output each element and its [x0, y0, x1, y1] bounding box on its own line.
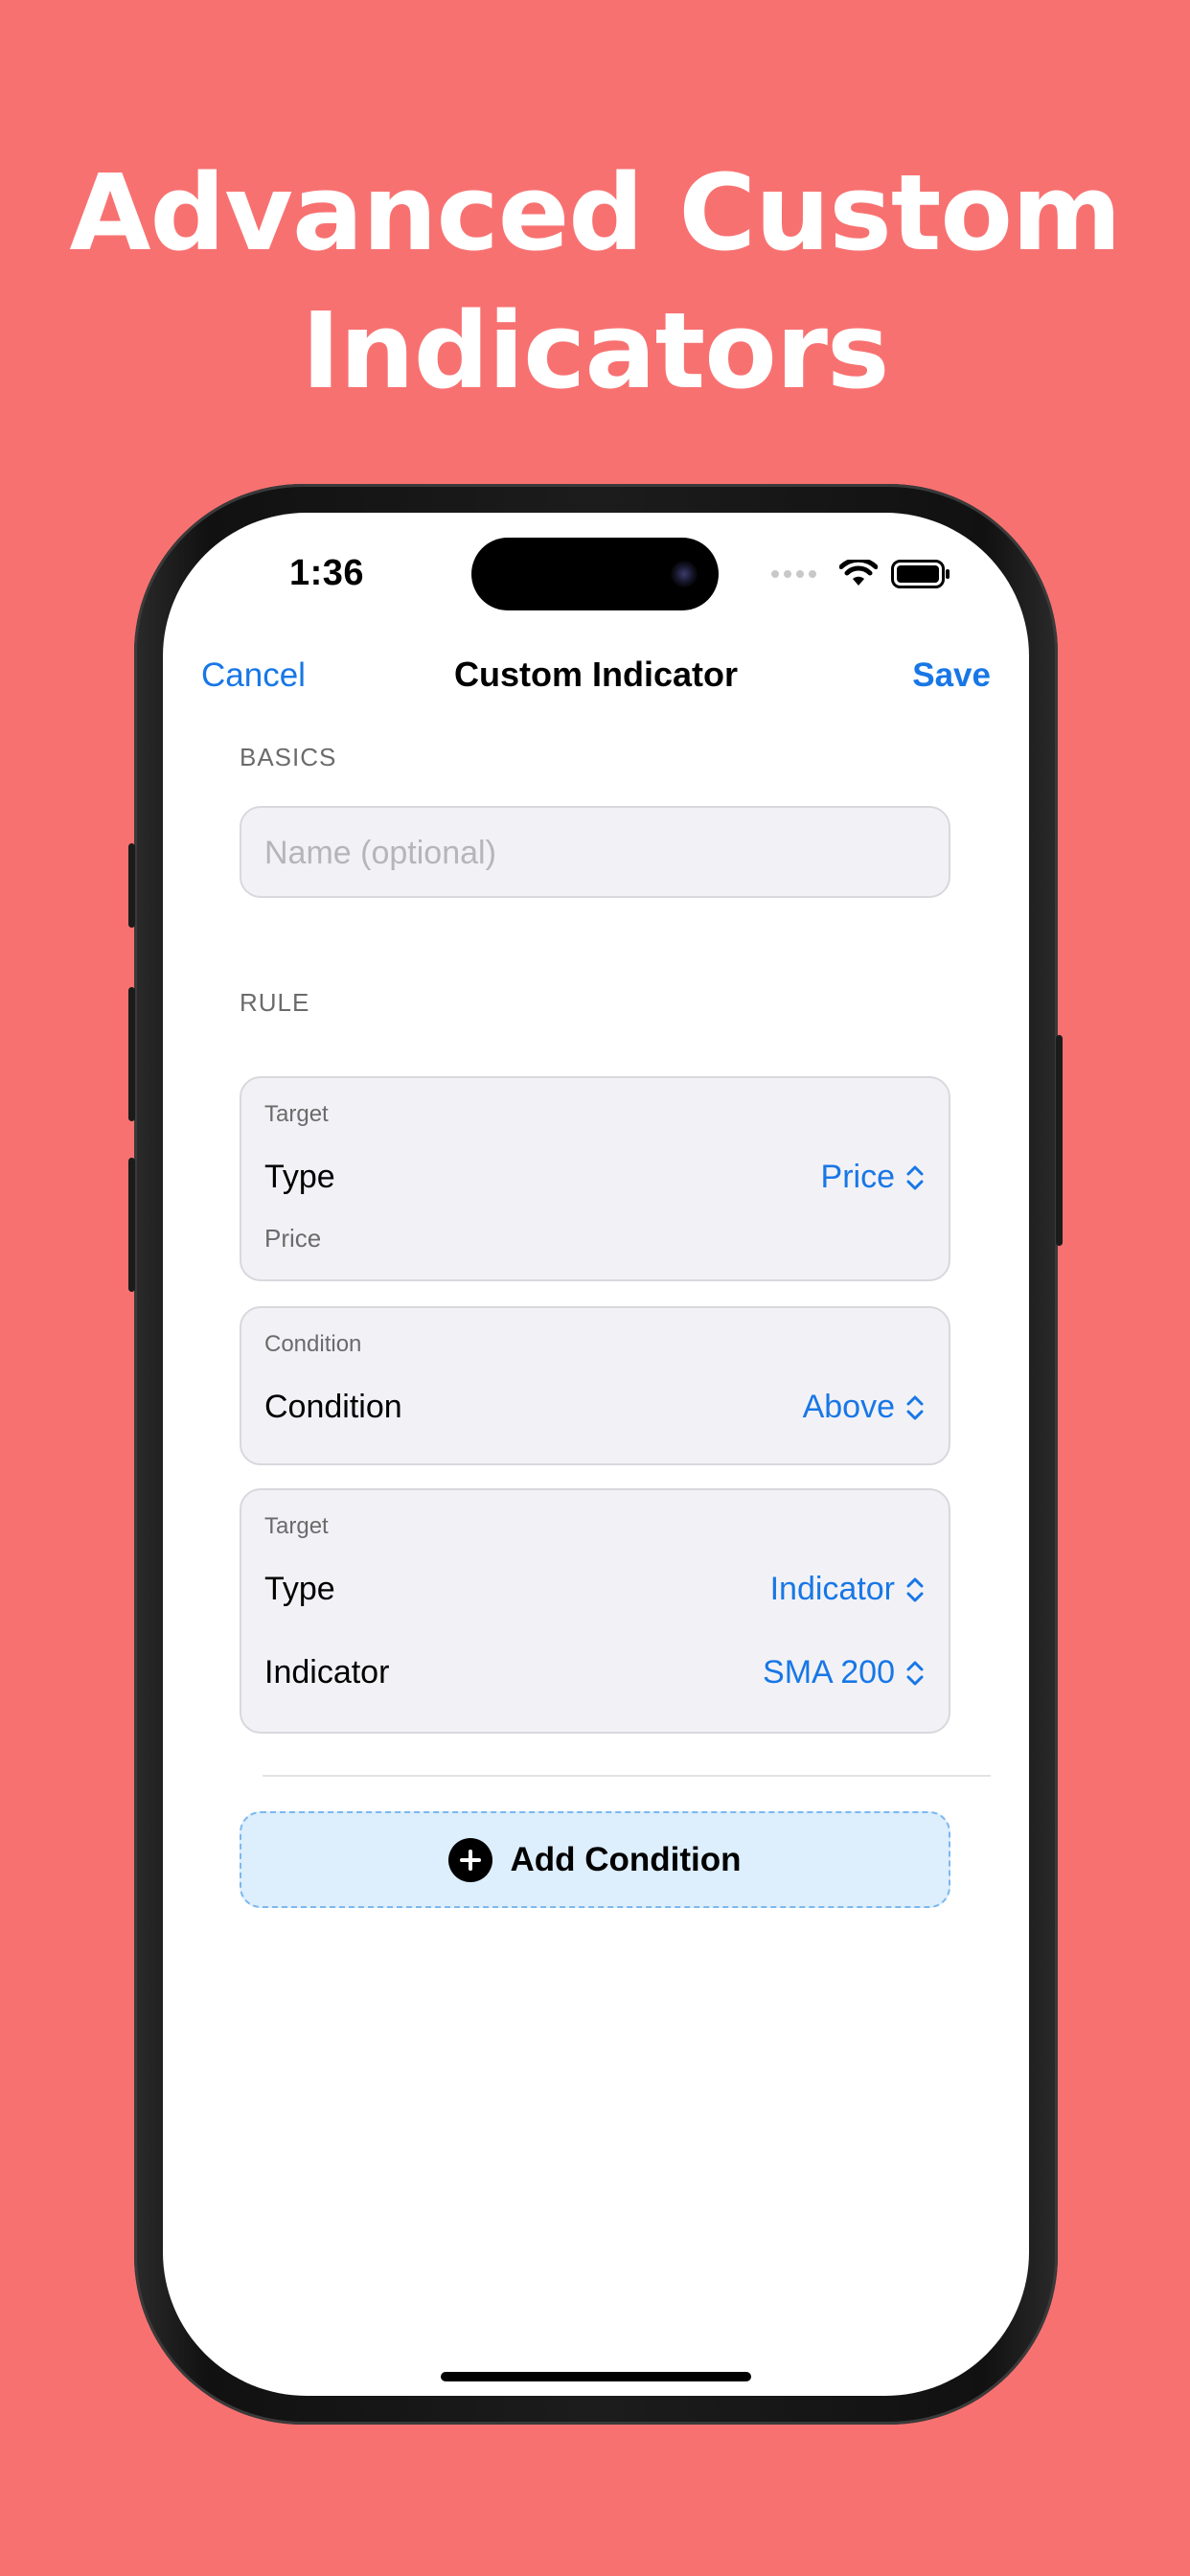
target-card-subtext: Price: [264, 1224, 322, 1253]
target-card-caption: Target: [264, 1513, 329, 1539]
section-label-basics: BASICS: [240, 743, 337, 771]
condition-card: Condition Condition Above: [240, 1306, 950, 1465]
name-field-placeholder: Name (optional): [264, 835, 496, 871]
chevron-up-down-icon: [906, 1661, 924, 1685]
target-card: Target Type Price Price: [240, 1076, 950, 1281]
home-indicator[interactable]: [441, 2372, 751, 2381]
condition-row-label: Condition: [264, 1389, 402, 1425]
type-picker[interactable]: Price: [821, 1159, 926, 1196]
type-picker-value: Price: [820, 1159, 895, 1195]
condition-picker[interactable]: Above: [803, 1389, 926, 1426]
type-picker[interactable]: Indicator: [770, 1571, 926, 1608]
chevron-up-down-icon: [906, 1395, 924, 1419]
condition-picker-value: Above: [802, 1389, 895, 1425]
add-condition-button[interactable]: Add Condition: [240, 1811, 950, 1908]
name-field[interactable]: Name (optional): [240, 806, 950, 898]
status-icons: [771, 557, 950, 591]
divider: [263, 1775, 991, 1777]
power-button: [1056, 1035, 1063, 1246]
chevron-up-down-icon: [906, 1165, 924, 1189]
target-card-caption: Target: [264, 1101, 329, 1127]
type-picker-value: Indicator: [769, 1571, 895, 1607]
volume-up-button: [128, 987, 135, 1121]
action-button: [128, 843, 135, 928]
dynamic-island: [471, 538, 719, 610]
indicator-row-label: Indicator: [264, 1654, 390, 1690]
headline-line-1: Advanced Custom: [69, 151, 1121, 274]
section-label-rule: RULE: [240, 988, 310, 1017]
chevron-up-down-icon: [906, 1577, 924, 1601]
indicator-picker-value: SMA 200: [763, 1654, 895, 1690]
add-condition-label: Add Condition: [510, 1840, 742, 1878]
type-row-label: Type: [264, 1159, 335, 1195]
headline-line-2: Indicators: [301, 289, 890, 412]
camera-icon: [671, 561, 698, 587]
phone-screen: 1:36 Cancel Custom Indicator Save BASICS…: [163, 513, 1029, 2396]
volume-down-button: [128, 1158, 135, 1292]
type-row-label: Type: [264, 1571, 335, 1607]
status-time: 1:36: [289, 553, 365, 593]
battery-icon: [891, 560, 950, 588]
signal-icon: [771, 570, 816, 578]
plus-circle-icon: [448, 1837, 493, 1882]
headline: Advanced Custom Indicators: [0, 144, 1190, 420]
condition-card-caption: Condition: [264, 1331, 362, 1357]
target-card: Target Type Indicator Indicator SMA 200: [240, 1488, 950, 1734]
navigation-bar: Cancel Custom Indicator Save: [163, 637, 1029, 714]
wifi-icon: [839, 560, 878, 586]
page-title: Custom Indicator: [453, 655, 738, 694]
indicator-picker[interactable]: SMA 200: [763, 1654, 926, 1691]
save-button[interactable]: Save: [912, 656, 991, 695]
